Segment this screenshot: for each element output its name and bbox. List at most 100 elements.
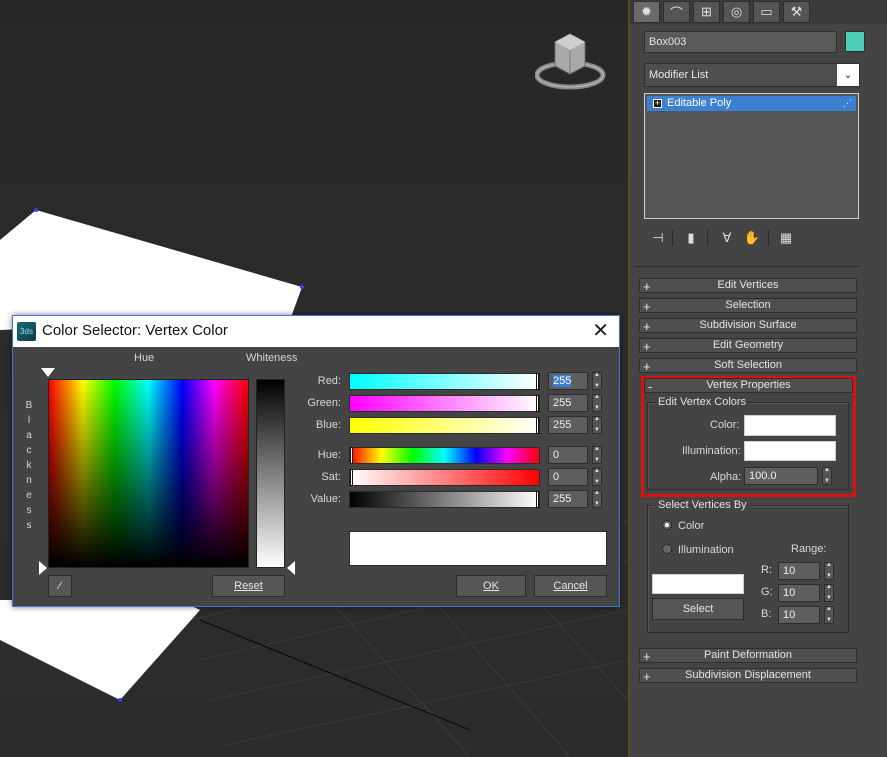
alpha-spinner-arrows[interactable] xyxy=(822,467,832,485)
show-end-result-icon[interactable]: ▮ xyxy=(682,229,700,247)
rollout-edit-geometry[interactable]: + Edit Geometry xyxy=(639,338,857,354)
viewcube[interactable] xyxy=(535,30,610,92)
hue-value-field[interactable]: 0 xyxy=(548,446,588,464)
modifier-list-dropdown[interactable]: Modifier List ⌄ xyxy=(644,63,860,87)
g-spinner-arrows[interactable] xyxy=(824,584,834,602)
hue-spinner-arrows[interactable] xyxy=(592,446,602,464)
sat-spinner-arrows[interactable] xyxy=(592,468,602,486)
whiteness-bar[interactable] xyxy=(256,379,285,568)
hue-marker-icon[interactable] xyxy=(41,368,55,377)
r-range-field[interactable]: 10 xyxy=(778,562,820,580)
utilities-icon[interactable]: ⚒ xyxy=(783,1,810,23)
g-range-field[interactable]: 10 xyxy=(778,584,820,602)
blackness-axis-label: Blackness xyxy=(24,398,34,533)
r-spinner-arrows[interactable] xyxy=(824,562,834,580)
modify-icon[interactable]: ⌒ xyxy=(663,1,690,23)
sat-value-field[interactable]: 0 xyxy=(548,468,588,486)
value-channel-slider[interactable] xyxy=(349,491,540,508)
green-value-text: 255 xyxy=(553,397,572,409)
alpha-spinner-field[interactable]: 100.0 xyxy=(744,467,818,485)
expand-icon[interactable]: + xyxy=(653,99,662,108)
b-spinner-arrows[interactable] xyxy=(824,606,834,624)
range-label: Range: xyxy=(791,543,827,555)
plus-icon: + xyxy=(643,319,651,334)
cancel-button[interactable]: Cancel xyxy=(534,575,607,597)
red-spinner-arrows[interactable] xyxy=(592,372,602,390)
rollout-label: Paint Deformation xyxy=(703,649,793,661)
red-channel-slider[interactable] xyxy=(349,373,540,390)
color-preview-swatch xyxy=(349,531,607,566)
illumination-label: Illumination: xyxy=(682,445,741,457)
app-icon: 3ds xyxy=(17,322,36,341)
value-value-field[interactable]: 255 xyxy=(548,490,588,508)
red-channel-label: Red: xyxy=(317,375,341,387)
eyedropper-icon[interactable]: ⁄ xyxy=(48,575,72,597)
hue-blackness-field[interactable] xyxy=(48,379,249,568)
g-label: G: xyxy=(761,586,773,598)
object-name-field[interactable]: Box003 xyxy=(644,31,837,53)
color-radio[interactable] xyxy=(662,520,672,530)
alpha-label: Alpha: xyxy=(710,471,742,483)
value-spinner-arrows[interactable] xyxy=(592,490,602,508)
rollout-paint-deformation[interactable]: + Paint Deformation xyxy=(639,648,857,664)
select-button[interactable]: Select xyxy=(652,598,744,620)
reset-button[interactable]: Reset xyxy=(212,575,285,597)
blue-spinner-arrows[interactable] xyxy=(592,416,602,434)
green-value-field[interactable]: 255 xyxy=(548,394,588,412)
display-icon[interactable]: ▭ xyxy=(753,1,780,23)
hierarchy-icon[interactable]: ⊞ xyxy=(693,1,720,23)
modifier-stack[interactable]: + Editable Poly ⋰ xyxy=(644,93,859,219)
red-value-field[interactable]: 255 xyxy=(548,372,588,390)
minus-icon: - xyxy=(648,379,653,394)
plus-icon: + xyxy=(643,669,651,684)
rollout-edit-vertices[interactable]: + Edit Vertices xyxy=(639,278,857,294)
green-channel-slider[interactable] xyxy=(349,395,540,412)
pin-stack-icon[interactable]: ⊣ xyxy=(649,229,667,247)
blue-channel-slider[interactable] xyxy=(349,417,540,434)
blackness-letter: e xyxy=(26,490,32,501)
illumination-radio[interactable] xyxy=(662,544,672,554)
blackness-letter: c xyxy=(26,445,32,456)
color-selector-dialog: 3ds Color Selector: Vertex Color ✕ Hue W… xyxy=(12,315,620,607)
sat-channel-slider[interactable] xyxy=(349,469,540,486)
make-unique-icon[interactable]: ∀ xyxy=(718,229,736,247)
rollout-selection[interactable]: + Selection xyxy=(639,298,857,314)
select-color-swatch[interactable] xyxy=(652,574,744,594)
rollout-vertex-properties[interactable]: - Vertex Properties xyxy=(644,378,853,394)
vertex-color-swatch[interactable] xyxy=(744,415,836,436)
blue-slider-thumb[interactable] xyxy=(536,417,539,434)
rollout-soft-selection[interactable]: + Soft Selection xyxy=(639,358,857,374)
hue-slider-thumb[interactable] xyxy=(350,447,353,464)
red-slider-thumb[interactable] xyxy=(536,373,539,390)
green-spinner-arrows[interactable] xyxy=(592,394,602,412)
group-title: Edit Vertex Colors xyxy=(656,396,749,408)
object-color-swatch[interactable] xyxy=(845,31,865,52)
stack-item-editable-poly[interactable]: + Editable Poly ⋰ xyxy=(647,96,856,111)
blackness-marker-icon[interactable] xyxy=(39,561,47,575)
vertex-illumination-swatch[interactable] xyxy=(744,441,836,461)
close-icon[interactable]: ✕ xyxy=(592,318,609,343)
box-top-face xyxy=(0,210,302,330)
value-slider-thumb[interactable] xyxy=(536,491,539,508)
b-range-field[interactable]: 10 xyxy=(778,606,820,624)
hue-channel-slider[interactable] xyxy=(349,447,540,464)
plus-icon: + xyxy=(643,279,651,294)
motion-icon[interactable]: ◎ xyxy=(723,1,750,23)
configure-modifier-sets-icon[interactable]: ▦ xyxy=(777,229,795,247)
sat-slider-thumb[interactable] xyxy=(350,469,353,486)
blue-channel-label: Blue: xyxy=(315,419,341,431)
green-slider-thumb[interactable] xyxy=(536,395,539,412)
ok-button[interactable]: OK xyxy=(456,575,526,597)
rollout-subdivision-surface[interactable]: + Subdivision Surface xyxy=(639,318,857,334)
blue-value-field[interactable]: 255 xyxy=(548,416,588,434)
rollout-subdivision-displacement[interactable]: + Subdivision Displacement xyxy=(639,668,857,684)
green-channel-label: Green: xyxy=(307,397,341,409)
whiteness-marker-icon[interactable] xyxy=(287,561,295,575)
create-icon[interactable]: ✹ xyxy=(633,1,660,23)
blackness-letter: s xyxy=(26,505,32,516)
b-label: B: xyxy=(761,608,772,620)
remove-modifier-icon[interactable]: ✋ xyxy=(743,229,761,247)
dialog-titlebar[interactable]: 3ds Color Selector: Vertex Color ✕ xyxy=(13,316,619,347)
chevron-down-icon[interactable]: ⌄ xyxy=(837,64,859,86)
plus-icon: + xyxy=(643,339,651,354)
